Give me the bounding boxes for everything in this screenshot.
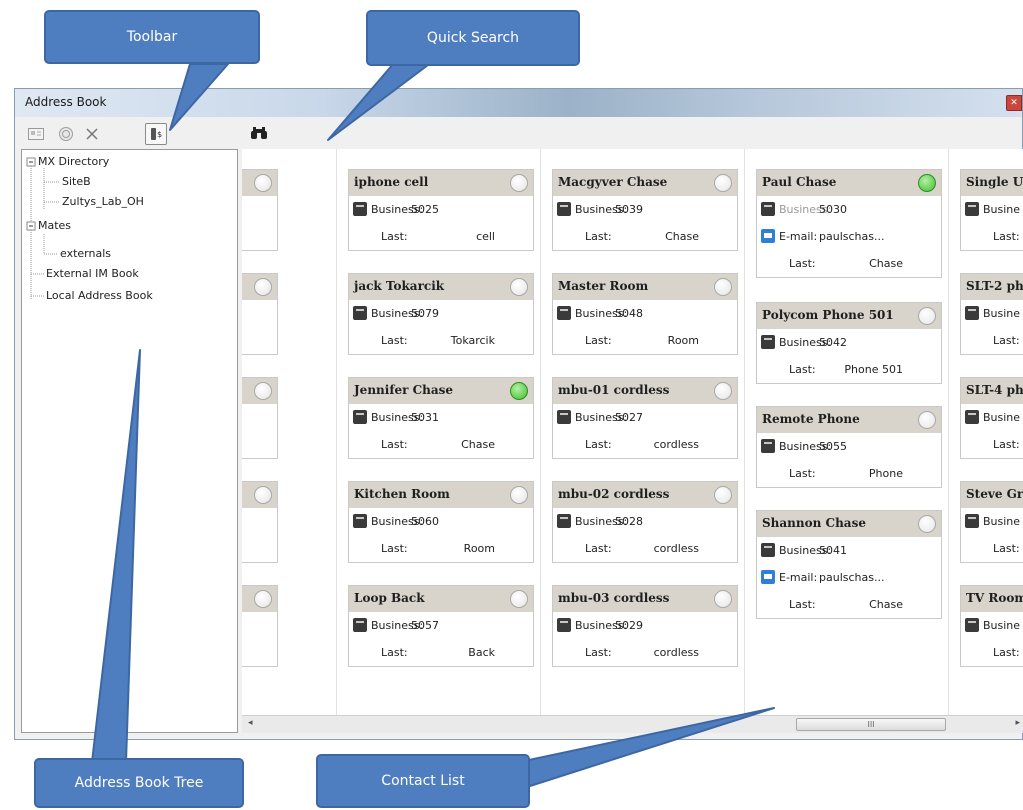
quick-search-callout: Quick Search (366, 10, 580, 66)
quick-search-pointer (327, 55, 441, 141)
toolbar-pointer (169, 63, 229, 131)
toolbar-callout: Toolbar (44, 10, 260, 64)
tree-pointer (91, 349, 141, 763)
contact-list-pointer (509, 707, 775, 787)
callout-pointers (91, 55, 775, 787)
address-book-tree-callout: Address Book Tree (34, 758, 244, 808)
contact-list-callout: Contact List (316, 754, 530, 808)
